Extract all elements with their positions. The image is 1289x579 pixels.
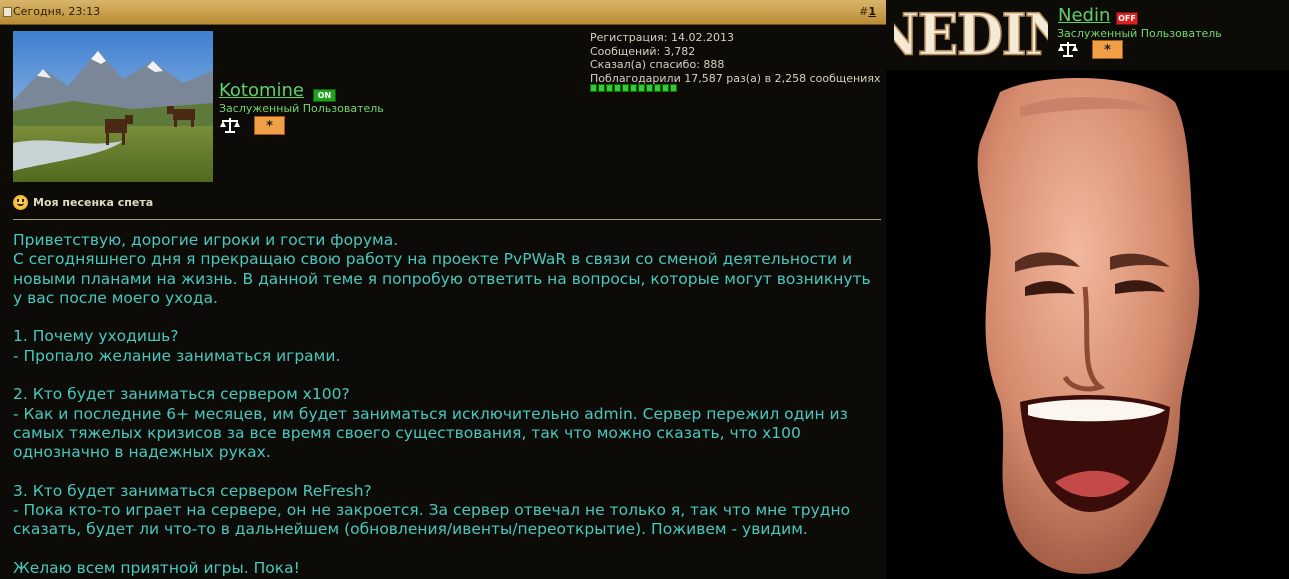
star-button[interactable]: * [254, 116, 285, 135]
stat-thanks-received: Поблагодарили 17,587 раз(а) в 2,258 сооб… [590, 71, 881, 85]
reputation-segment [598, 84, 605, 92]
mood-text: Моя песенка спета [33, 196, 154, 209]
reputation-segment [630, 84, 637, 92]
online-status-badge: ON [313, 89, 336, 102]
reputation-segment [662, 84, 669, 92]
post-date: Сегодня, 23:13 [13, 5, 101, 18]
reputation-scales-icon[interactable] [219, 116, 241, 134]
message-paragraph: 2. Кто будет заниматься сервером x100? -… [13, 385, 848, 462]
star-button[interactable]: * [1092, 40, 1123, 59]
svg-text:NEDIN: NEDIN [894, 2, 1048, 62]
reputation-segment [614, 84, 621, 92]
stat-registration: Регистрация: 14.02.2013 [590, 31, 734, 44]
divider [13, 219, 881, 220]
avatar[interactable] [13, 31, 213, 182]
reputation-bar [590, 84, 677, 92]
message-paragraph: Приветствую, дорогие игроки и гости фору… [13, 231, 871, 307]
reputation-segment [590, 84, 597, 92]
reputation-scales-icon[interactable] [1057, 40, 1079, 58]
reputation-segment [606, 84, 613, 92]
laughing-face-image [977, 78, 1200, 574]
nedin-logo: NEDIN [894, 0, 1048, 62]
post-permalink[interactable]: #1 [859, 5, 876, 18]
post-header: Сегодня, 23:13 #1 [0, 0, 886, 25]
message-paragraph: Желаю всем приятной игры. Пока! [13, 559, 300, 578]
message-paragraph: 1. Почему уходишь? - Пропало желание зан… [13, 327, 341, 365]
post-number-prefix: # [859, 5, 869, 18]
stat-thanks-given: Сказал(а) спасибо: 888 [590, 58, 725, 71]
message-paragraph: 3. Кто будет заниматься сервером ReFresh… [13, 481, 851, 539]
author-stats: Регистрация: 14.02.2013 Сообщений: 3,782… [590, 31, 880, 85]
reputation-segment [646, 84, 653, 92]
reputation-segment [638, 84, 645, 92]
author-title: Заслуженный Пользователь [219, 102, 384, 115]
reputation-segment [622, 84, 629, 92]
reputation-segment [654, 84, 661, 92]
stat-posts: Сообщений: 3,782 [590, 44, 696, 58]
post-number[interactable]: 1 [868, 5, 876, 18]
post-message: Приветствую, дорогие игроки и гости фору… [13, 231, 883, 578]
reputation-segment [670, 84, 677, 92]
offline-status-badge: OFF [1116, 12, 1138, 25]
document-icon [3, 7, 12, 17]
mood: Моя песенка спета [13, 195, 153, 210]
nedin-title: Заслуженный Пользователь [1057, 27, 1222, 40]
forum-post: Сегодня, 23:13 #1 Kotomine ON Заслуженны… [0, 0, 886, 579]
smiley-icon [13, 195, 28, 210]
author-username-link[interactable]: Kotomine [219, 80, 304, 101]
nedin-username-link[interactable]: Nedin [1058, 5, 1110, 26]
